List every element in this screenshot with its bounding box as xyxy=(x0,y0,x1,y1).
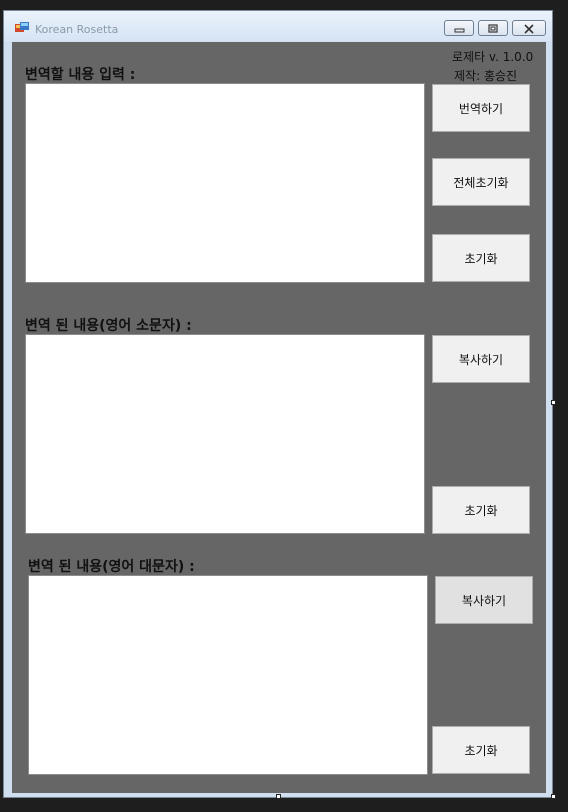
app-window-icon xyxy=(15,22,29,32)
maximize-button[interactable] xyxy=(478,20,508,36)
input-textbox[interactable] xyxy=(25,83,425,283)
reset-input-button[interactable]: 초기화 xyxy=(432,234,530,282)
copy-uppercase-button[interactable]: 복사하기 xyxy=(435,576,533,624)
form-window: Korean Rosetta 로제타 v. 1.0.0 제작: 홍승진 변역할 … xyxy=(3,10,553,798)
resize-handle-bottom[interactable] xyxy=(276,794,281,799)
uppercase-section-label: 변역 된 내용(영어 대문자) : xyxy=(28,559,195,575)
reset-uppercase-button[interactable]: 초기화 xyxy=(432,726,530,774)
minimize-icon xyxy=(454,28,465,33)
reset-all-button[interactable]: 전체초기화 xyxy=(432,158,530,206)
reset-lowercase-button[interactable]: 초기화 xyxy=(432,486,530,534)
version-label: 로제타 v. 1.0.0 xyxy=(452,50,534,64)
input-section-label: 변역할 내용 입력 : xyxy=(25,67,136,83)
form-client-area: 로제타 v. 1.0.0 제작: 홍승진 변역할 내용 입력 : 번역하기 전체… xyxy=(12,42,546,793)
close-icon xyxy=(524,24,534,34)
close-button[interactable] xyxy=(512,20,546,36)
uppercase-output-textbox[interactable] xyxy=(28,575,428,775)
lowercase-section-label: 변역 된 내용(영어 소문자) : xyxy=(25,318,192,334)
maximize-icon xyxy=(488,24,498,33)
minimize-button[interactable] xyxy=(444,20,474,36)
translate-button[interactable]: 번역하기 xyxy=(432,84,530,132)
resize-handle-right[interactable] xyxy=(551,400,556,405)
author-label: 제작: 홍승진 xyxy=(454,69,518,83)
lowercase-output-textbox[interactable] xyxy=(25,334,425,534)
window-title: Korean Rosetta xyxy=(35,23,119,36)
resize-handle-corner[interactable] xyxy=(551,794,556,799)
title-bar[interactable]: Korean Rosetta xyxy=(4,11,552,41)
copy-lowercase-button[interactable]: 복사하기 xyxy=(432,335,530,383)
